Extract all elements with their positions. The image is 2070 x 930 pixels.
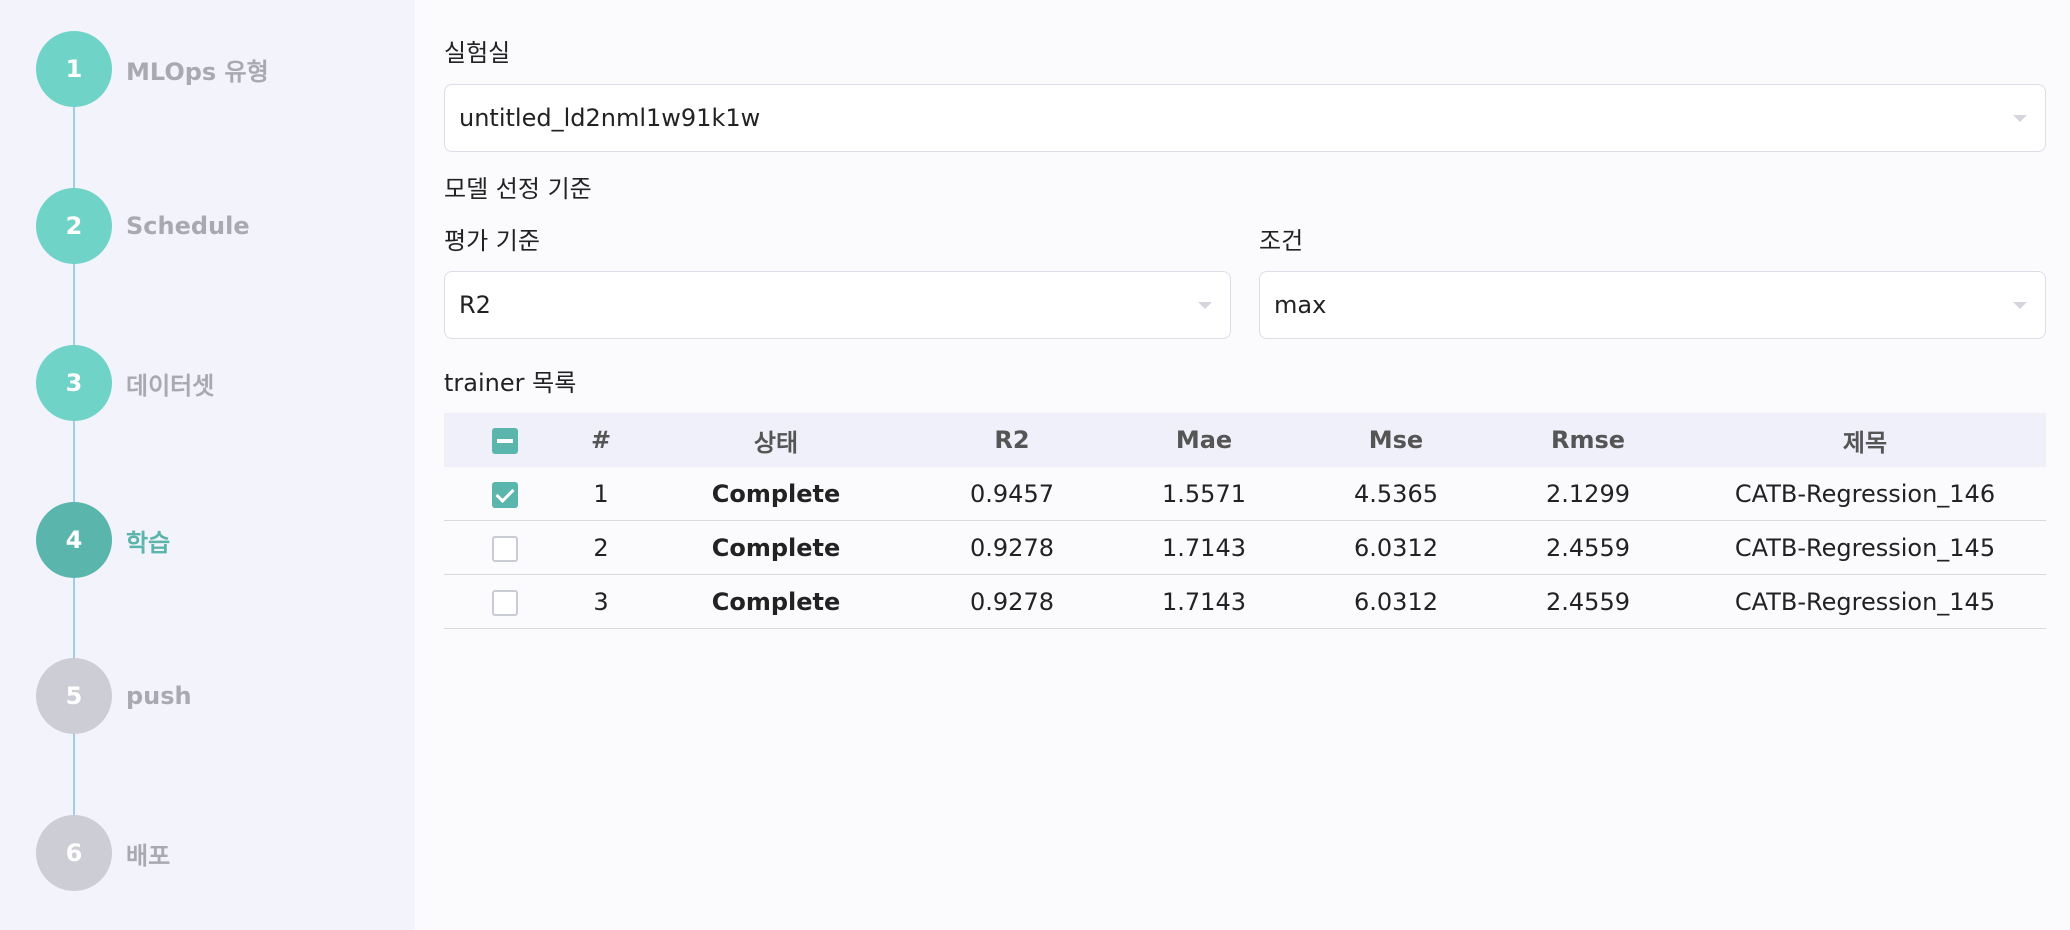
chevron-down-icon <box>2013 302 2027 309</box>
step-number-circle: 2 <box>36 188 112 264</box>
column-header-rmse[interactable]: Rmse <box>1492 413 1684 467</box>
row-mse: 6.0312 <box>1300 520 1492 575</box>
row-r2: 0.9278 <box>916 574 1108 629</box>
row-rmse: 2.4559 <box>1492 520 1684 575</box>
column-header-mae[interactable]: Mae <box>1108 413 1300 467</box>
model-selection-label: 모델 선정 기준 <box>444 175 592 203</box>
condition-select[interactable]: max <box>1259 271 2046 339</box>
metric-label: 평가 기준 <box>444 227 540 255</box>
row-rmse: 2.4559 <box>1492 574 1684 629</box>
row-select-cell <box>444 467 566 521</box>
row-mae: 1.5571 <box>1108 467 1300 521</box>
step-label: push <box>126 682 192 710</box>
table-row[interactable]: 3 Complete 0.9278 1.7143 6.0312 2.4559 C… <box>444 574 2046 629</box>
metric-select[interactable]: R2 <box>444 271 1231 339</box>
row-checkbox[interactable] <box>492 535 518 562</box>
step-label: 데이터셋 <box>126 371 215 400</box>
row-checkbox[interactable] <box>492 589 518 616</box>
row-checkbox[interactable] <box>492 481 518 508</box>
row-status: Complete <box>636 574 916 629</box>
step-number-circle: 1 <box>36 31 112 107</box>
step-number-circle: 5 <box>36 658 112 734</box>
step-schedule[interactable]: 2 Schedule <box>36 188 250 264</box>
row-mse: 6.0312 <box>1300 574 1492 629</box>
select-all-checkbox[interactable] <box>492 428 518 454</box>
step-dataset[interactable]: 3 데이터셋 <box>36 345 214 421</box>
step-label: 학습 <box>126 528 171 557</box>
step-deploy[interactable]: 6 배포 <box>36 815 170 891</box>
column-header-title[interactable]: 제목 <box>1684 413 2046 467</box>
select-all-cell <box>444 413 566 467</box>
row-r2: 0.9457 <box>916 467 1108 521</box>
table-header-row: # 상태 R2 Mae Mse Rmse 제목 <box>444 413 2046 467</box>
step-label: Schedule <box>126 212 250 240</box>
chevron-down-icon <box>2013 115 2027 122</box>
metric-select-value: R2 <box>459 291 491 319</box>
step-number-circle: 4 <box>36 502 112 578</box>
step-push[interactable]: 5 push <box>36 658 192 734</box>
row-mae: 1.7143 <box>1108 574 1300 629</box>
row-title: CATB-Regression_145 <box>1684 520 2046 575</box>
table-row[interactable]: 1 Complete 0.9457 1.5571 4.5365 2.1299 C… <box>444 467 2046 521</box>
row-status: Complete <box>636 520 916 575</box>
row-index: 1 <box>566 467 636 521</box>
trainer-list-label: trainer 목록 <box>444 369 577 397</box>
condition-select-value: max <box>1274 291 1327 319</box>
row-status: Complete <box>636 467 916 521</box>
table-row[interactable]: 2 Complete 0.9278 1.7143 6.0312 2.4559 C… <box>444 520 2046 575</box>
step-number-circle: 3 <box>36 345 112 421</box>
column-header-status[interactable]: 상태 <box>636 413 916 467</box>
stepper-sidebar: 1 MLOps 유형 2 Schedule 3 데이터셋 4 학습 5 push… <box>0 0 415 930</box>
experiment-label: 실험실 <box>444 39 511 67</box>
step-label: 배포 <box>126 841 171 870</box>
column-header-r2[interactable]: R2 <box>916 413 1108 467</box>
row-rmse: 2.1299 <box>1492 467 1684 521</box>
row-index: 3 <box>566 574 636 629</box>
row-select-cell <box>444 520 566 575</box>
row-mse: 4.5365 <box>1300 467 1492 521</box>
column-header-mse[interactable]: Mse <box>1300 413 1492 467</box>
row-title: CATB-Regression_145 <box>1684 574 2046 629</box>
row-title: CATB-Regression_146 <box>1684 467 2046 521</box>
row-mae: 1.7143 <box>1108 520 1300 575</box>
step-training[interactable]: 4 학습 <box>36 502 170 578</box>
row-index: 2 <box>566 520 636 575</box>
step-number-circle: 6 <box>36 815 112 891</box>
chevron-down-icon <box>1198 302 1212 309</box>
column-header-index[interactable]: # <box>566 413 636 467</box>
step-label: MLOps 유형 <box>126 57 269 86</box>
condition-label: 조건 <box>1259 227 1304 255</box>
trainer-table: # 상태 R2 Mae Mse Rmse 제목 1 Complete 0.945… <box>444 413 2046 629</box>
row-r2: 0.9278 <box>916 520 1108 575</box>
experiment-select-value: untitled_ld2nml1w91k1w <box>459 104 761 132</box>
step-mlops-type[interactable]: 1 MLOps 유형 <box>36 31 269 107</box>
row-select-cell <box>444 574 566 629</box>
experiment-select[interactable]: untitled_ld2nml1w91k1w <box>444 84 2046 152</box>
